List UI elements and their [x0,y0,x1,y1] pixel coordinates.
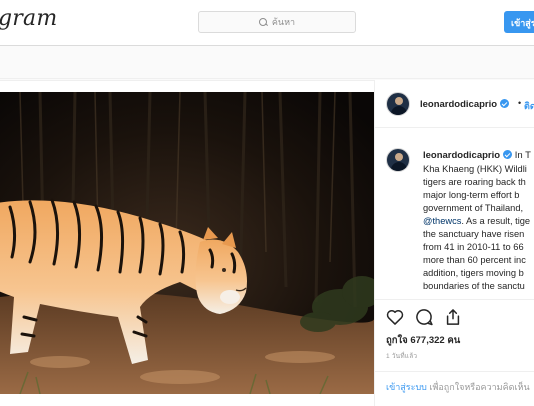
caption-username-text[interactable]: leonardodicaprio [423,150,500,161]
caption-username[interactable]: leonardodicaprio In T [423,150,531,161]
caption-avatar[interactable] [386,148,410,172]
mention-link[interactable]: @thewcs [423,216,461,226]
divider [374,371,534,372]
caption-line: major long-term effort b [423,190,520,200]
search-icon [258,17,268,27]
caption-line: boundaries of the sanctu [423,281,525,291]
caption-line: the sanctuary have risen [423,229,525,239]
divider [0,78,534,79]
verified-badge-icon [500,99,510,108]
search-placeholder: ค้นหา [271,17,296,27]
author-avatar[interactable] [386,92,410,116]
search-input[interactable]: ค้นหา [198,11,356,33]
follow-button[interactable]: ติดตาม [524,99,534,113]
likes-count[interactable]: ถูกใจ 677,322 คน [386,333,460,348]
comment-icon[interactable] [414,307,434,327]
share-icon[interactable] [443,307,463,327]
verified-badge-icon [503,150,513,159]
likes-number: 677,322 [410,335,445,346]
likes-prefix: ถูกใจ [386,335,408,346]
caption-line: from 41 in 2010-11 to 66 [423,242,524,252]
login-prompt-text: เพื่อถูกใจหรือความคิดเห็น [429,382,530,392]
instagram-logo[interactable]: gram [0,6,57,31]
divider [374,299,534,300]
caption-line: tigers are roaring back th [423,177,526,187]
caption-text: Kha Khaeng (HKK) Wildli tigers are roari… [423,163,534,293]
login-link[interactable]: เข้าสู่ระบบ [386,382,427,392]
caption-line: Kha Khaeng (HKK) Wildli [423,164,527,174]
post-timestamp[interactable]: 1 วันที่แล้ว [386,351,417,361]
caption-line: more than 60 percent inc [423,255,526,265]
caption-line: In T [514,150,531,161]
caption-line-rest: . As a result, tige [461,216,531,226]
caption-line: government of Thailand, [423,203,524,213]
author-username-text[interactable]: leonardodicaprio [420,99,497,110]
login-prompt: เข้าสู่ระบบ เพื่อถูกใจหรือความคิดเห็น [386,380,530,394]
post-photo[interactable] [0,92,374,394]
caption-line: @thewcs. As a result, tige [423,215,534,228]
top-navigation-bar: gram ค้นหา เข้าสู่ระบบ [0,0,534,46]
login-button[interactable]: เข้าสู่ระบบ [504,11,534,33]
author-username[interactable]: leonardodicaprio [420,99,510,110]
caption-line: addition, tigers moving b [423,268,524,278]
likes-suffix: คน [447,335,461,346]
separator-dot: • [518,98,522,108]
page-spacer [0,47,534,78]
heart-icon[interactable] [385,307,405,327]
